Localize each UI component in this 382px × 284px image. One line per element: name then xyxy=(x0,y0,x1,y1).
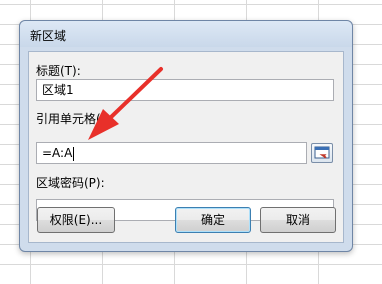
range-collapse-icon xyxy=(314,146,330,159)
title-label: 标题(T): xyxy=(36,64,81,78)
ref-cells-input[interactable]: =A:A xyxy=(36,142,307,164)
title-input-value: 区域1 xyxy=(42,83,74,97)
dialog-titlebar[interactable]: 新区域 xyxy=(20,21,352,47)
dialog-title: 新区域 xyxy=(30,29,67,43)
ok-button[interactable]: 确定 xyxy=(175,207,251,233)
ref-cells-label-text: 引用单元格( xyxy=(36,112,101,126)
new-range-dialog: 新区域 标题(T): 区域1 引用单元格(R =A:A 区域密码(P): 权限(… xyxy=(19,20,353,252)
cancel-button[interactable]: 取消 xyxy=(260,207,336,233)
range-collapse-button[interactable] xyxy=(311,143,333,163)
ref-cells-label: 引用单元格(R xyxy=(36,110,109,127)
password-label: 区域密码(P): xyxy=(36,176,105,190)
ref-cells-label-tail: R xyxy=(100,112,110,126)
permissions-button[interactable]: 权限(E)... xyxy=(37,207,115,233)
title-input[interactable]: 区域1 xyxy=(36,79,334,101)
text-caret xyxy=(73,146,75,161)
ref-cells-input-value: =A:A xyxy=(42,146,73,160)
